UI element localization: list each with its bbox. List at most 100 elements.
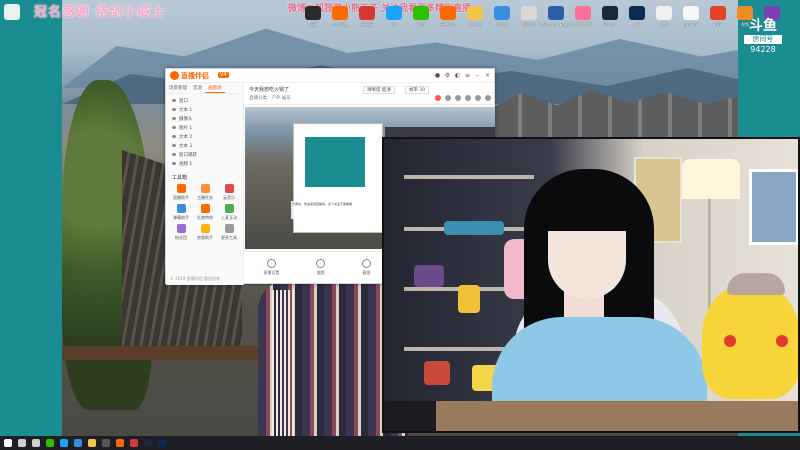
eye-icon[interactable] [172,117,176,120]
qq-icon[interactable] [60,439,68,447]
scene-item[interactable]: 图片 1 [166,123,243,132]
desktop-icon[interactable]: 文件夹 [462,0,488,34]
browser-icon[interactable] [74,439,82,447]
desktop-icon-label: preview [683,22,699,27]
scene-item[interactable]: 窗口捕获 [166,150,243,159]
task-view-icon[interactable] [32,439,40,447]
desktop-icon[interactable]: PDF [705,0,731,34]
scene-item[interactable]: 文本 3 [166,141,243,150]
desktop-app-icon [602,6,618,20]
tool-button[interactable]: 弹幕助手 [169,204,193,221]
folder-icon[interactable] [88,439,96,447]
desktop-icon[interactable]: 哔哩哔哩 [570,0,596,34]
tool-button[interactable]: 主播任务 [193,184,217,201]
source-tab[interactable]: 画面源 [205,83,225,93]
douyu-logo: 斗鱼 [749,18,777,34]
start-icon[interactable] [4,439,12,447]
tool-button[interactable]: 粉丝团 [169,224,193,241]
scene-item[interactable]: 文本 1 [166,105,243,114]
desktop-icon[interactable]: preview [678,0,704,34]
desktop-icon[interactable]: 回收站 [516,0,542,34]
eye-icon[interactable] [172,144,176,147]
desktop-icon[interactable]: 文档 [651,0,677,34]
desktop-icon-label: 斗鱼直播 [332,22,348,27]
tool-button[interactable]: 房管助手 [193,224,217,241]
tool-button[interactable]: 直播助手 [169,184,193,201]
eye-icon[interactable] [172,108,176,111]
live-toolbar-button[interactable]: 美颜 [316,259,326,276]
live-category[interactable]: 直播分类：户外·娱乐 [249,95,291,101]
desktop-icon[interactable]: PS [624,0,650,34]
desktop-icon[interactable]: OBS [300,0,326,34]
scene-item[interactable]: 文本 2 [166,132,243,141]
desk [384,401,798,431]
desktop-icon-label: Steam [603,22,617,27]
desktop-icon[interactable]: 直播伴侣 [435,0,461,34]
skin-icon[interactable]: ◐ [454,72,461,79]
camera-icon[interactable] [465,95,471,101]
refresh-icon[interactable] [475,95,481,101]
app-titlebar[interactable]: 直播伴侣 V4 ● ⚙ ◐ ≡ – × [166,69,494,83]
ps-icon[interactable] [158,439,166,447]
recycle-bin-icon[interactable] [4,4,20,20]
scene-item[interactable]: 摄像头 [166,114,243,123]
toolbar-icon [361,259,371,268]
share-icon[interactable] [485,95,491,101]
steam-icon[interactable] [144,439,152,447]
framerate-select[interactable]: 帧率 30 [405,86,430,94]
live-title[interactable]: 今天我想吃火锅了 [249,86,289,93]
eye-icon[interactable] [172,126,176,129]
tool-button[interactable]: 上麦互动 [217,204,241,221]
desktop-app-icon [386,6,402,20]
source-tabs: 场景管理 音源 画面源 [166,83,243,94]
desktop-icon[interactable]: Wallpaper Engine [539,0,574,34]
tool-icon [176,184,186,193]
minimize-icon[interactable]: – [474,72,481,79]
desktop-icon[interactable]: QQ [381,0,407,34]
source-tab[interactable]: 场景管理 [166,83,190,93]
record-icon[interactable] [435,95,441,101]
scene-item[interactable]: 窗口 [166,96,243,105]
desktop-app-icon [575,6,591,20]
search-icon[interactable] [18,439,26,447]
desktop-icon[interactable]: 微信 [408,0,434,34]
menu-icon[interactable]: ≡ [464,72,471,79]
desktop-icon-label: 回收站 [523,22,535,27]
live-toolbar-button[interactable]: 直播设置 [263,259,279,276]
tool-grid: 直播助手 主播任务 云音乐弹幕助手 礼物特效 上麦互动粉丝团 房管助手 更多工具 [166,184,243,241]
desktop-app-icon [656,6,672,20]
obs-icon[interactable] [102,439,110,447]
live-toolbar-button[interactable]: 截图 [361,259,371,276]
tool-button[interactable]: 云音乐 [217,184,241,201]
desktop-icon-label: OBS [308,22,318,27]
desktop-icon[interactable]: Steam [597,0,623,34]
desktop-icon-label: 网易云 [361,22,373,27]
source-tab[interactable]: 音源 [190,83,205,93]
avatar-icon[interactable]: ● [434,72,441,79]
desktop-icon[interactable]: 此电脑 [489,0,515,34]
wall-frame [749,169,798,245]
app-name: 直播伴侣 [181,72,209,80]
speaker-icon[interactable] [455,95,461,101]
scene-item[interactable]: 视频 1 [166,159,243,168]
tool-button[interactable]: 礼物特效 [193,204,217,221]
eye-icon[interactable] [172,99,176,102]
app-version-badge: V4 [218,72,229,78]
desktop-app-icon [413,6,429,20]
desktop-icon[interactable]: 网易云 [354,0,380,34]
quality-select[interactable]: 清晰度 超清 [363,86,395,94]
settings-icon[interactable]: ⚙ [444,72,451,79]
mic-icon[interactable] [445,95,451,101]
desktop-app-icon [440,6,456,20]
close-icon[interactable]: × [484,72,491,79]
eye-icon[interactable] [172,153,176,156]
music-icon[interactable] [130,439,138,447]
eye-icon[interactable] [172,162,176,165]
desktop-icon[interactable]: 斗鱼直播 [327,0,353,34]
wechat-icon[interactable] [46,439,54,447]
tool-button[interactable]: 更多工具 [217,224,241,241]
toolbar-label: 美颜 [316,270,325,275]
eye-icon[interactable] [172,135,176,138]
desktop-app-icon [305,6,321,20]
douyu-icon[interactable] [116,439,124,447]
